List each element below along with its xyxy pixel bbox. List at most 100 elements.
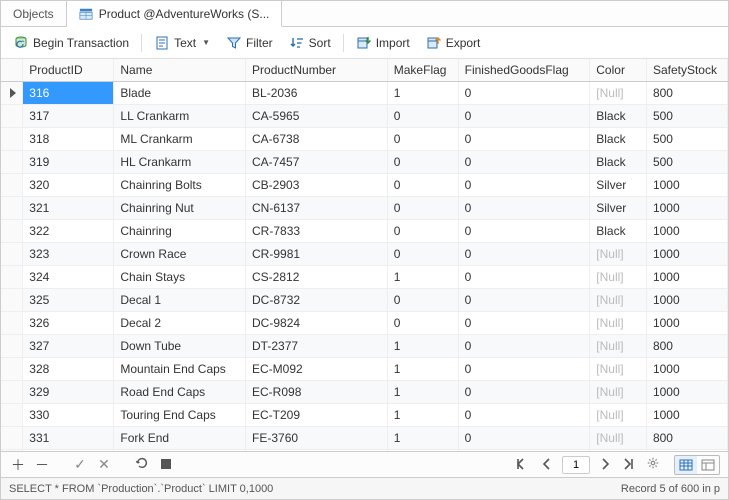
table-row[interactable]: 321Chainring NutCN-613700Silver1000 [1, 197, 728, 220]
cell-productnumber[interactable]: DT-2377 [246, 335, 388, 358]
cell-productid[interactable]: 330 [23, 404, 114, 427]
column-header-name[interactable]: Name [114, 59, 246, 82]
cell-color[interactable]: [Null] [590, 358, 647, 381]
form-view-button[interactable] [697, 456, 719, 474]
text-button[interactable]: Text ▼ [148, 32, 216, 54]
cell-productid[interactable]: 331 [23, 427, 114, 450]
row-gutter[interactable] [1, 105, 23, 128]
row-gutter[interactable] [1, 381, 23, 404]
cell-color[interactable]: Black [590, 128, 647, 151]
cell-safetystock[interactable]: 500 [646, 151, 727, 174]
table-row[interactable]: 319HL CrankarmCA-745700Black500 [1, 151, 728, 174]
cell-productid[interactable]: 329 [23, 381, 114, 404]
row-gutter[interactable] [1, 289, 23, 312]
last-page-button[interactable] [620, 457, 638, 473]
cell-name[interactable]: HL Crankarm [114, 151, 246, 174]
row-gutter[interactable] [1, 358, 23, 381]
cell-name[interactable]: Crown Race [114, 243, 246, 266]
cell-name[interactable]: Fork End [114, 427, 246, 450]
column-header-safetystock[interactable]: SafetyStock [646, 59, 727, 82]
table-row[interactable]: 332FreewheelFH-298100Silver500 [1, 450, 728, 452]
cell-makeflag[interactable]: 0 [387, 151, 458, 174]
cell-color[interactable]: [Null] [590, 381, 647, 404]
cell-productid[interactable]: 320 [23, 174, 114, 197]
cell-color[interactable]: Black [590, 220, 647, 243]
cell-name[interactable]: Touring End Caps [114, 404, 246, 427]
cell-safetystock[interactable]: 800 [646, 427, 727, 450]
cell-makeflag[interactable]: 0 [387, 289, 458, 312]
row-gutter[interactable] [1, 220, 23, 243]
cell-productid[interactable]: 316 [23, 82, 114, 105]
cell-color[interactable]: [Null] [590, 335, 647, 358]
cell-finishedgoodsflag[interactable]: 0 [458, 197, 590, 220]
cell-makeflag[interactable]: 1 [387, 358, 458, 381]
column-header-productnumber[interactable]: ProductNumber [246, 59, 388, 82]
row-gutter[interactable] [1, 427, 23, 450]
cell-productnumber[interactable]: EC-M092 [246, 358, 388, 381]
table-row[interactable]: 316BladeBL-203610[Null]800 [1, 82, 728, 105]
stop-button[interactable] [157, 457, 175, 473]
cell-name[interactable]: Chain Stays [114, 266, 246, 289]
cell-safetystock[interactable]: 1000 [646, 174, 727, 197]
cell-safetystock[interactable]: 1000 [646, 381, 727, 404]
prev-page-button[interactable] [538, 457, 556, 473]
cell-safetystock[interactable]: 1000 [646, 220, 727, 243]
cell-productnumber[interactable]: DC-8732 [246, 289, 388, 312]
cell-finishedgoodsflag[interactable]: 0 [458, 289, 590, 312]
cell-finishedgoodsflag[interactable]: 0 [458, 358, 590, 381]
cell-makeflag[interactable]: 0 [387, 312, 458, 335]
cell-finishedgoodsflag[interactable]: 0 [458, 243, 590, 266]
cell-name[interactable]: LL Crankarm [114, 105, 246, 128]
cell-finishedgoodsflag[interactable]: 0 [458, 220, 590, 243]
cell-productid[interactable]: 318 [23, 128, 114, 151]
column-header-color[interactable]: Color [590, 59, 647, 82]
tab-objects[interactable]: Objects [1, 1, 67, 26]
cell-productid[interactable]: 321 [23, 197, 114, 220]
cell-safetystock[interactable]: 800 [646, 335, 727, 358]
cell-name[interactable]: Freewheel [114, 450, 246, 452]
cell-productnumber[interactable]: CA-5965 [246, 105, 388, 128]
cell-makeflag[interactable]: 1 [387, 381, 458, 404]
cell-makeflag[interactable]: 0 [387, 243, 458, 266]
table-row[interactable]: 331Fork EndFE-376010[Null]800 [1, 427, 728, 450]
cell-makeflag[interactable]: 1 [387, 427, 458, 450]
row-gutter[interactable] [1, 335, 23, 358]
cell-makeflag[interactable]: 1 [387, 335, 458, 358]
cell-finishedgoodsflag[interactable]: 0 [458, 174, 590, 197]
cell-name[interactable]: Decal 1 [114, 289, 246, 312]
row-gutter[interactable] [1, 404, 23, 427]
cell-productid[interactable]: 322 [23, 220, 114, 243]
column-header-productid[interactable]: ProductID [23, 59, 114, 82]
cell-name[interactable]: Decal 2 [114, 312, 246, 335]
cell-finishedgoodsflag[interactable]: 0 [458, 82, 590, 105]
row-gutter[interactable] [1, 243, 23, 266]
table-row[interactable]: 317LL CrankarmCA-596500Black500 [1, 105, 728, 128]
cell-makeflag[interactable]: 0 [387, 197, 458, 220]
cell-color[interactable]: Black [590, 151, 647, 174]
commit-button[interactable]: ✓ [71, 456, 89, 473]
delete-row-button[interactable]: － [33, 455, 51, 475]
cell-finishedgoodsflag[interactable]: 0 [458, 450, 590, 452]
cell-finishedgoodsflag[interactable]: 0 [458, 266, 590, 289]
cell-color[interactable]: [Null] [590, 82, 647, 105]
import-button[interactable]: Import [350, 32, 416, 54]
cell-makeflag[interactable]: 1 [387, 266, 458, 289]
table-row[interactable]: 326Decal 2DC-982400[Null]1000 [1, 312, 728, 335]
cell-productnumber[interactable]: FH-2981 [246, 450, 388, 452]
cell-productnumber[interactable]: CR-9981 [246, 243, 388, 266]
row-gutter[interactable] [1, 151, 23, 174]
tab-product[interactable]: Product @AdventureWorks (S... [67, 1, 283, 27]
grid-view-button[interactable] [675, 456, 697, 474]
row-gutter[interactable] [1, 128, 23, 151]
cell-makeflag[interactable]: 0 [387, 450, 458, 452]
column-header-finishedgoodsflag[interactable]: FinishedGoodsFlag [458, 59, 590, 82]
cell-makeflag[interactable]: 0 [387, 105, 458, 128]
settings-button[interactable] [644, 456, 662, 473]
cancel-button[interactable]: ✕ [95, 456, 113, 473]
cell-finishedgoodsflag[interactable]: 0 [458, 381, 590, 404]
table-row[interactable]: 328Mountain End CapsEC-M09210[Null]1000 [1, 358, 728, 381]
cell-productnumber[interactable]: CA-7457 [246, 151, 388, 174]
cell-color[interactable]: Silver [590, 174, 647, 197]
cell-safetystock[interactable]: 1000 [646, 358, 727, 381]
cell-name[interactable]: Down Tube [114, 335, 246, 358]
